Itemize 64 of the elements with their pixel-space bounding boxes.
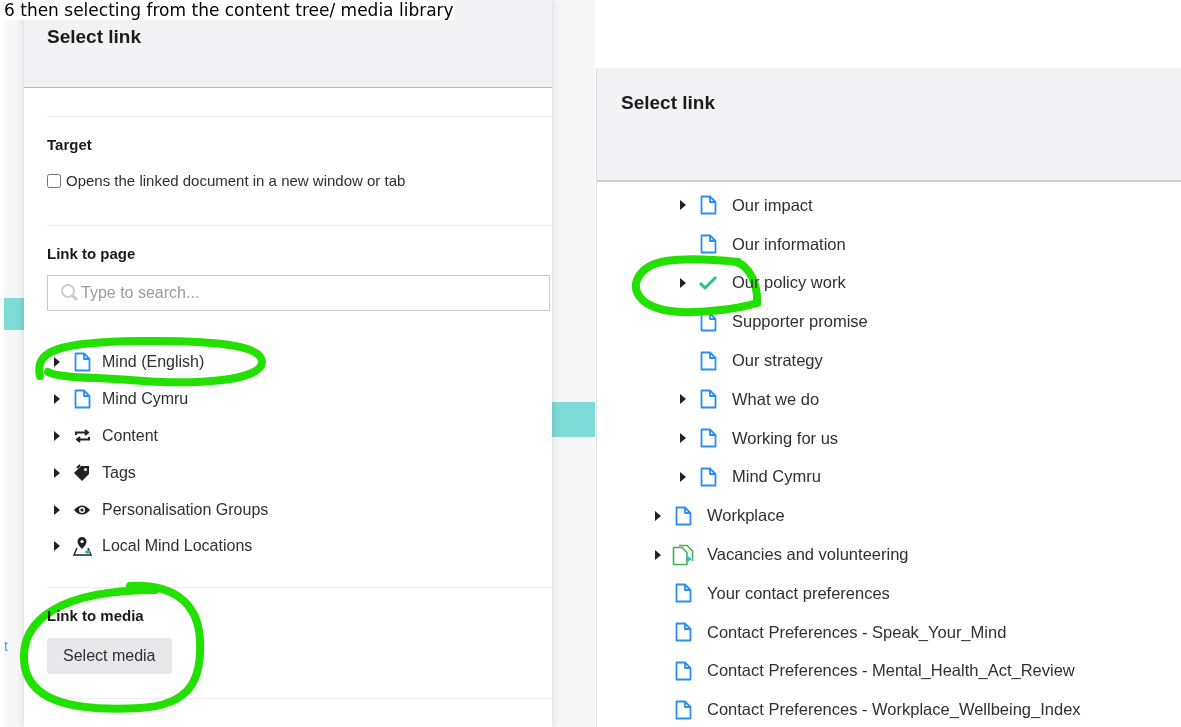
select-media-button[interactable]: Select media: [47, 637, 172, 674]
tree-item[interactable]: Vacancies and volunteering: [707, 545, 909, 565]
tree-item[interactable]: Our strategy: [732, 351, 823, 371]
checkbox[interactable]: [47, 173, 61, 188]
document-icon: [699, 466, 717, 487]
caret-icon[interactable]: [680, 471, 686, 482]
background-panel: [552, 402, 595, 437]
document-icon: [699, 350, 717, 371]
caret-icon[interactable]: [680, 200, 686, 211]
document-icon: [672, 543, 694, 566]
document-icon: [674, 660, 692, 681]
document-icon: [699, 428, 717, 449]
caret-icon[interactable]: [54, 431, 60, 441]
tree-item[interactable]: Mind Cymru: [732, 467, 821, 487]
section-heading: Link to media: [47, 606, 145, 624]
map-pin-icon: [72, 536, 92, 557]
tags-icon: [73, 463, 91, 482]
tree-item[interactable]: Contact Preferences - Workplace_Wellbeing_Index: [707, 700, 1081, 720]
document-icon: [674, 699, 692, 720]
tree-item[interactable]: What we do: [732, 389, 820, 409]
document-icon: [674, 622, 692, 643]
caret-icon[interactable]: [54, 467, 60, 478]
eye-icon: [73, 503, 91, 516]
caret-icon[interactable]: [54, 394, 60, 405]
caret-icon[interactable]: [655, 549, 661, 560]
dialog-title: Select link: [47, 26, 141, 47]
tree-item[interactable]: Tags: [102, 463, 136, 482]
tree-item[interactable]: Personalisation Groups: [102, 500, 269, 519]
document-icon: [699, 234, 717, 255]
tree-item[interactable]: Mind Cymru: [102, 390, 189, 409]
caret-icon[interactable]: [54, 504, 60, 515]
tree-item[interactable]: Working for us: [732, 428, 839, 448]
tree-item[interactable]: Mind (English): [102, 353, 205, 372]
tree-item[interactable]: Local Mind Locations: [102, 537, 253, 556]
background-panel: [4, 298, 24, 330]
section-heading: Target: [47, 136, 93, 153]
caret-icon[interactable]: [54, 357, 60, 368]
check-icon: [698, 275, 718, 291]
tree-item[interactable]: Content: [102, 427, 159, 445]
tree-item[interactable]: Your contact preferences: [707, 583, 890, 603]
swap-arrows-icon: [73, 429, 91, 443]
tree-item[interactable]: Our information: [732, 234, 846, 254]
document-icon: [674, 505, 692, 526]
section-heading: Link to page: [47, 245, 137, 262]
search-field[interactable]: Type to search...: [47, 275, 550, 311]
tree-item[interactable]: Supporter promise: [732, 312, 868, 332]
caret-icon[interactable]: [680, 394, 686, 405]
caret-icon[interactable]: [54, 541, 60, 552]
caret-icon[interactable]: [655, 510, 661, 521]
document-icon: [73, 389, 91, 410]
document-icon: [674, 583, 692, 604]
caret-icon[interactable]: [680, 433, 686, 444]
tree-item[interactable]: Contact Preferences - Speak_Your_Mind: [707, 622, 1007, 642]
caret-icon[interactable]: [680, 278, 686, 288]
checkbox-label: Opens the linked document in a new window or tab: [66, 172, 406, 189]
search-icon: [60, 283, 80, 303]
tree-item[interactable]: Contact Preferences - Mental_Health_Act_Review: [707, 661, 1075, 681]
document-icon: [73, 352, 91, 373]
tree-item[interactable]: Workplace: [707, 506, 785, 526]
dialog-title: Select link: [621, 92, 715, 113]
tree-item[interactable]: Our impact: [732, 195, 813, 215]
document-icon: [699, 389, 717, 410]
background-text: t: [4, 638, 8, 654]
document-icon: [699, 195, 717, 216]
